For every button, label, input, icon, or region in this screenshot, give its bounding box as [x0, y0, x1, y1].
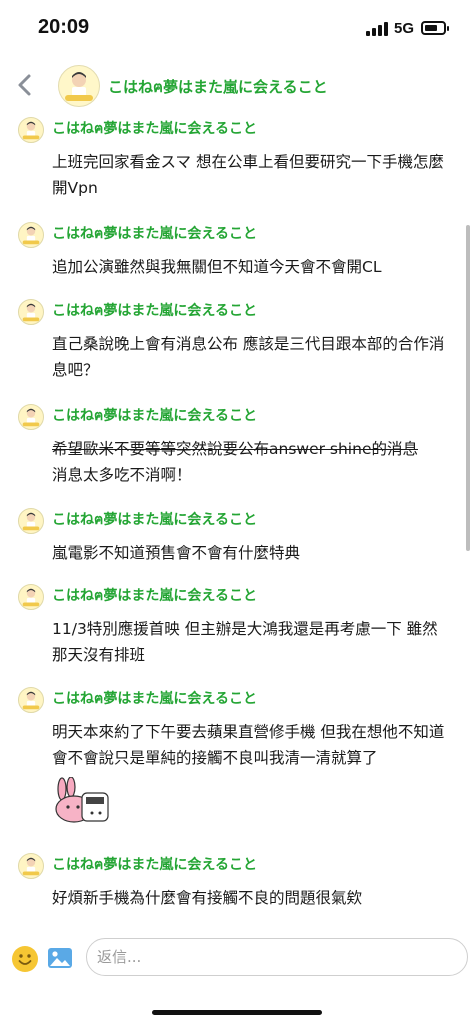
scrollbar[interactable] — [466, 225, 470, 551]
avatar[interactable] — [18, 404, 44, 430]
reply-composer — [0, 932, 474, 986]
message-text: 11/3特別應援首映 但主辦是大鴻我還是再考慮一下 雖然那天沒有排班 — [52, 620, 438, 664]
emoji-icon[interactable] — [12, 946, 38, 972]
message-text: 追加公演雖然與我無關但不知道今天會不會開CL — [52, 258, 382, 276]
message-text: 嵐電影不知道預售會不會有什麼特典 — [52, 544, 301, 562]
signal-icon — [366, 22, 388, 36]
sender-name: こはねฅ夢はまた嵐に会えること — [52, 857, 257, 873]
sender-name: こはねฅ夢はまた嵐に会えること — [52, 226, 257, 242]
status-time: 20:09 — [38, 16, 90, 38]
message-text: 直己桑說晚上會有消息公布 應該是三代目跟本部的合作消息吧？ — [52, 335, 445, 379]
message-text: 希望歐米不要等等突然說要公布answer shine的消息 消息太多吃不消啊！ — [52, 436, 452, 488]
avatar[interactable] — [18, 584, 44, 610]
avatar[interactable] — [18, 853, 44, 879]
network-label: 5G — [394, 20, 415, 37]
sender-name: こはねฅ夢はまた嵐に会えること — [52, 408, 257, 424]
sender-name: こはねฅ夢はまた嵐に会えること — [52, 512, 257, 528]
avatar[interactable] — [18, 117, 44, 143]
sender-name: こはねฅ夢はまた嵐に会えること — [52, 303, 257, 319]
strikethrough-text: 希望歐米不要等等突然說要公布answer shine的消息 — [52, 440, 418, 458]
message-feed[interactable]: こはねฅ夢はまた嵐に会えること 上班完回家看金スマ 想在公車上看但要研究一下手機… — [0, 112, 474, 922]
avatar[interactable] — [58, 65, 100, 107]
avatar[interactable] — [18, 299, 44, 325]
avatar[interactable] — [18, 222, 44, 248]
battery-icon — [421, 21, 449, 35]
avatar[interactable] — [18, 508, 44, 534]
sender-name: こはねฅ夢はまた嵐に会えること — [52, 588, 257, 604]
message-text: 上班完回家看金スマ 想在公車上看但要研究一下手機怎麼開Vpn — [52, 153, 444, 197]
reply-input[interactable] — [86, 938, 468, 976]
chat-title: こはねฅ夢はまた嵐に会えること — [108, 78, 328, 96]
chat-header: こはねฅ夢はまた嵐に会えること — [0, 60, 474, 110]
rabbit-sticker[interactable] — [52, 776, 110, 827]
sender-name: こはねฅ夢はまた嵐に会えること — [52, 691, 257, 707]
status-bar: 20:09 5G — [0, 0, 474, 60]
image-icon[interactable] — [46, 945, 74, 971]
sender-name: こはねฅ夢はまた嵐に会えること — [52, 121, 257, 137]
home-indicator[interactable] — [152, 1010, 322, 1015]
avatar[interactable] — [18, 687, 44, 713]
message-text-line: 消息太多吃不消啊！ — [52, 466, 192, 484]
message-text: 明天本來約了下午要去蘋果直營修手機 但我在想他不知道會不會說只是單純的接觸不良叫… — [52, 723, 445, 767]
message-text: 好煩新手機為什麼會有接觸不良的問題很氣欸 — [52, 889, 363, 907]
chevron-left-icon[interactable] — [14, 70, 36, 100]
